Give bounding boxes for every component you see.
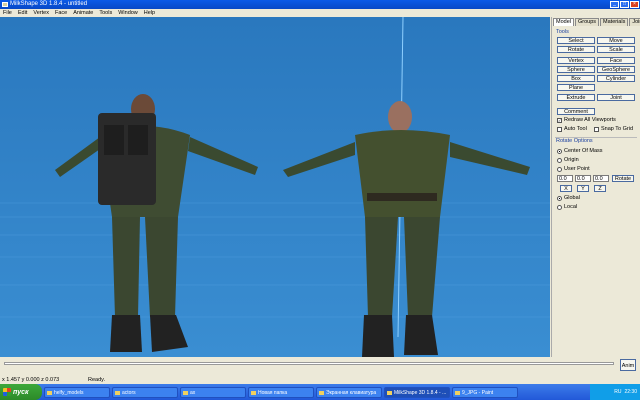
snap-label: Snap To Grid [601,126,634,132]
taskbar-item-paint[interactable]: 9_JPG - Paint [452,386,518,398]
model-panel: Model Groups Materials Joints Tools Sele… [551,17,640,357]
taskbar: пуск helfy_models actors ax Новая папка … [0,384,640,400]
redraw-label: Redraw All Viewports [564,117,616,123]
point-y-field[interactable]: 0.0 [575,175,591,182]
menu-bar: File Edit Vertex Face Animate Tools Wind… [0,9,640,17]
point-x-field[interactable]: 0.0 [557,175,573,182]
taskbar-item-ax[interactable]: ax [180,386,246,398]
milkshape-icon [387,390,392,395]
rotate-options-label: Rotate Options [556,138,593,144]
snap-to-grid-checkbox[interactable]: Snap To Grid [594,126,633,133]
anim-button[interactable]: Anim [620,359,636,371]
status-text: Ready. [88,377,106,383]
axis-x-button[interactable]: X [560,185,572,192]
rotate-button[interactable]: Rotate [612,175,634,182]
frame-slider[interactable] [4,362,614,365]
paint-icon [455,390,460,395]
tab-materials[interactable]: Materials [600,18,629,26]
coordinate-readout: x 1.457 y 0.000 z 0.073 [2,377,60,383]
menu-face[interactable]: Face [52,9,70,17]
folder-icon [183,390,188,395]
menu-vertex[interactable]: Vertex [30,9,52,17]
check-icon: ✓ [557,118,562,123]
face-button[interactable]: Face [597,57,635,64]
local-radio[interactable]: Local [557,204,577,211]
comment-button[interactable]: Comment [557,108,595,115]
keyboard-icon [319,390,324,395]
scale-button[interactable]: Scale [597,46,635,53]
geosphere-button[interactable]: GeoSphere [597,66,635,73]
auto-tool-checkbox[interactable]: Auto Tool [557,126,587,133]
language-indicator[interactable]: RU [614,389,621,395]
folder-icon [251,390,256,395]
cylinder-button[interactable]: Cylinder [597,75,635,82]
center-of-mass-radio[interactable]: Center Of Mass [557,148,603,155]
user-point-radio[interactable]: User Point [557,166,590,173]
redraw-all-viewports-checkbox[interactable]: ✓ Redraw All Viewports [557,117,616,124]
tab-groups[interactable]: Groups [574,18,600,26]
app-icon [2,2,8,7]
taskbar-item-milkshape[interactable]: MilkShape 3D 1.8.4 - ... [384,386,450,398]
joint-button[interactable]: Joint [597,94,635,101]
extrude-button[interactable]: Extrude [557,94,595,101]
tab-model[interactable]: Model [553,18,574,26]
taskbar-item-helfy-models[interactable]: helfy_models [44,386,110,398]
sphere-button[interactable]: Sphere [557,66,595,73]
menu-file[interactable]: File [0,9,15,17]
system-tray: RU 22:30 [590,384,640,400]
taskbar-item-on-screen-keyboard[interactable]: Экранная клавиатура [316,386,382,398]
tools-label: Tools [556,29,569,35]
status-bar: x 1.457 y 0.000 z 0.073 Ready. [0,376,640,384]
menu-tools[interactable]: Tools [96,9,115,17]
taskbar-item-actors[interactable]: actors [112,386,178,398]
menu-help[interactable]: Help [141,9,158,17]
close-button[interactable]: × [630,1,639,8]
axis-y-button[interactable]: Y [577,185,589,192]
title-bar: MilkShape 3D 1.8.4 - untitled _ □ × [0,0,640,9]
viewport-scene [0,17,550,357]
taskbar-item-new-folder[interactable]: Новая папка [248,386,314,398]
point-z-field[interactable]: 0.0 [593,175,609,182]
folder-icon [115,390,120,395]
tab-joints[interactable]: Joints [629,18,640,26]
3d-viewport[interactable] [0,17,550,357]
animation-timeline: Anim [0,357,640,376]
vertex-button[interactable]: Vertex [557,57,595,64]
window-title: MilkShape 3D 1.8.4 - untitled [10,1,88,7]
axis-z-button[interactable]: Z [594,185,606,192]
tray-clock: 22:30 [624,389,637,395]
menu-animate[interactable]: Animate [70,9,96,17]
minimize-button[interactable]: _ [610,1,619,8]
windows-logo-icon [3,388,11,396]
auto-tool-label: Auto Tool [564,126,587,132]
global-radio[interactable]: Global [557,195,580,202]
folder-icon [47,390,52,395]
maximize-button[interactable]: □ [620,1,629,8]
box-button[interactable]: Box [557,75,595,82]
start-button[interactable]: пуск [0,384,42,400]
origin-radio[interactable]: Origin [557,157,579,164]
move-button[interactable]: Move [597,37,635,44]
menu-edit[interactable]: Edit [15,9,30,17]
menu-window[interactable]: Window [115,9,141,17]
select-button[interactable]: Select [557,37,595,44]
plane-button[interactable]: Plane [557,84,595,91]
rotate-tool-button[interactable]: Rotate [557,46,595,53]
